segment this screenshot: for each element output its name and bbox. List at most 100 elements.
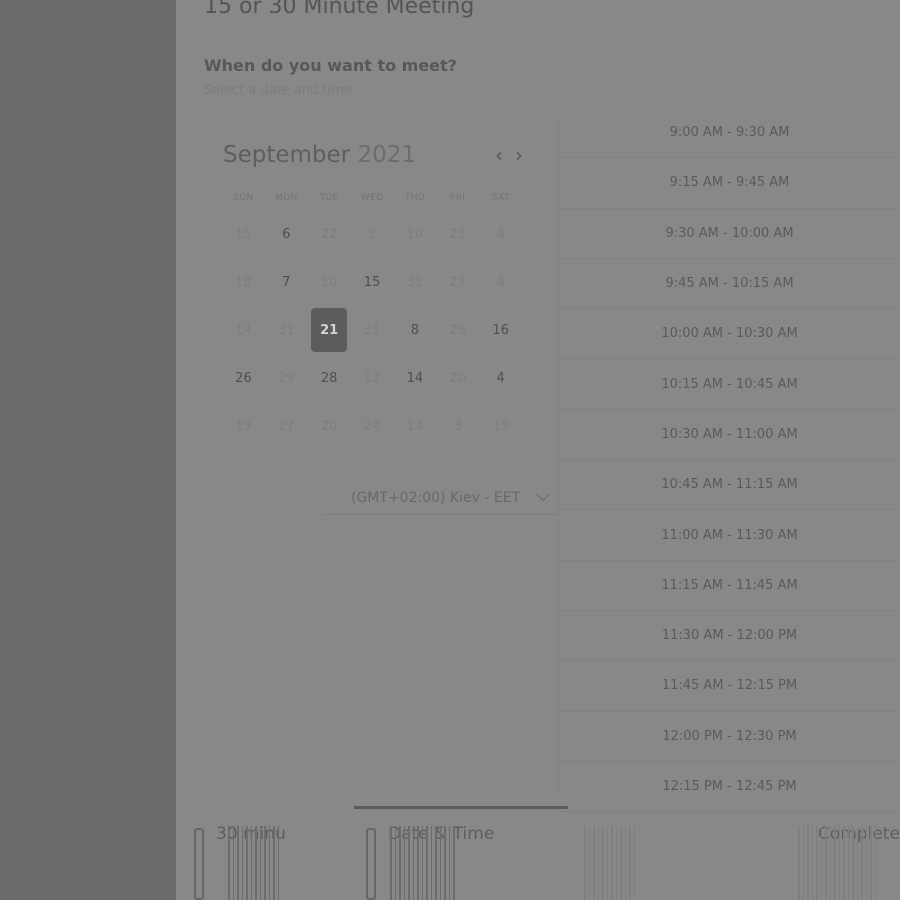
meeting-title: 15 or 30 Minute Meeting — [204, 0, 475, 19]
time-slot-button[interactable]: 9:45 AM - 10:15 AM — [559, 259, 900, 310]
calendar-day: 10 — [393, 210, 436, 258]
time-slot-button[interactable]: 9:15 AM - 9:45 AM — [559, 158, 900, 209]
chevron-down-icon — [535, 486, 551, 502]
day-number: 14 — [406, 418, 424, 434]
day-number: 24 — [363, 418, 381, 434]
time-slot-button[interactable]: 12:00 PM - 12:30 PM — [559, 712, 900, 762]
day-number: 3 — [453, 418, 462, 434]
time-slot-button[interactable]: 11:45 AM - 12:15 PM — [559, 661, 900, 712]
calendar-day: 3 — [436, 402, 479, 450]
calendar-day: 18 — [222, 258, 265, 306]
calendar-day[interactable]: 14 — [393, 354, 436, 402]
day-number: 19 — [492, 418, 509, 434]
calendar-day: 22 — [308, 210, 351, 258]
day-number: 18 — [235, 274, 252, 290]
calendar-day: 24 — [351, 402, 394, 450]
calendar-day: 12 — [351, 354, 394, 402]
calendar-day: 14 — [222, 306, 265, 354]
time-slot-button[interactable]: 11:30 AM - 12:00 PM — [559, 611, 900, 662]
weekday-label: WED — [360, 193, 384, 203]
calendar-day: 10 — [308, 258, 351, 306]
calendar-day: 20 — [308, 402, 351, 450]
month-label: September — [223, 142, 351, 168]
month-year-label: September 2021 — [223, 142, 416, 168]
weekday-label: MON — [275, 193, 298, 203]
day-number: 21 — [449, 226, 466, 242]
calendar-day[interactable]: 15 — [351, 258, 394, 306]
day-number: 20 — [320, 418, 338, 434]
selected-day[interactable]: 21 — [308, 306, 351, 354]
day-number: 20 — [449, 370, 466, 386]
calendar-day[interactable]: 8 — [393, 306, 436, 354]
time-slot-button[interactable]: 9:00 AM - 9:30 AM — [559, 108, 900, 159]
weekday-label: FRI — [450, 193, 466, 203]
day-number: 10 — [320, 274, 338, 290]
calendar-icon — [366, 828, 376, 900]
chevron-left-icon[interactable]: ‹ — [490, 144, 508, 166]
day-number: 29 — [278, 370, 295, 386]
day-number: 31 — [278, 322, 295, 338]
time-slot-list: 9:00 AM - 9:30 AM 9:15 AM - 9:45 AM 9:30 A… — [559, 108, 900, 813]
day-number: 29 — [449, 322, 466, 338]
day-number: 12 — [363, 370, 381, 386]
day-number: 3 — [367, 226, 377, 242]
weekday-label: SUN — [233, 193, 254, 203]
tab-30-minute[interactable]: 30 minu — [194, 824, 314, 900]
calendar-day[interactable]: 28 — [308, 354, 351, 402]
day-number: 22 — [320, 226, 338, 242]
time-slot-button[interactable]: 11:00 AM - 11:30 AM — [559, 510, 900, 561]
calendar-day[interactable]: 7 — [265, 258, 308, 306]
timezone-select[interactable]: (GMT+02:00) Kiev - EET — [322, 481, 560, 515]
tab-complete[interactable]: Complete — [796, 824, 900, 900]
day-number: 8 — [410, 322, 419, 338]
day-number: 7 — [282, 274, 291, 290]
calendar-day: 21 — [436, 210, 479, 258]
day-number: 27 — [278, 418, 295, 434]
calendar-day[interactable]: 6 — [265, 210, 308, 258]
weekday-label: TUE — [319, 193, 339, 203]
calendar-day: 31 — [351, 306, 394, 354]
tab-date-time[interactable]: Date & Time — [366, 824, 506, 900]
time-slot-button[interactable]: 10:30 AM - 11:00 AM — [559, 410, 900, 461]
weekday-label: SAT — [491, 193, 510, 203]
chevron-right-icon[interactable]: › — [510, 144, 528, 166]
day-number: 14 — [235, 322, 252, 338]
calendar-day[interactable]: 4 — [479, 354, 522, 402]
calendar-day: 31 — [265, 306, 308, 354]
tab-details[interactable] — [582, 824, 662, 900]
time-slot-button[interactable]: 9:30 AM - 10:00 AM — [559, 209, 900, 259]
day-number: 31 — [406, 274, 424, 290]
day-number: 10 — [406, 226, 424, 242]
calendar-day: 4 — [479, 210, 522, 258]
step-tabs: 30 minu Date & Time Complete — [176, 806, 900, 900]
time-slot-button[interactable]: 10:00 AM - 10:30 AM — [559, 309, 900, 360]
calendar-day: 14 — [393, 402, 436, 450]
day-number: 4 — [496, 226, 505, 242]
section-subheading: Select a date and time — [204, 83, 352, 98]
left-sidebar — [0, 0, 176, 900]
day-number: 6 — [282, 226, 291, 242]
time-slot-button[interactable]: 11:15 AM - 11:45 AM — [559, 561, 900, 611]
day-grid: 15 6 22 3 10 21 4 18 7 10 15 31 27 4 14 31 21 31 8 29 16 26 29… — [222, 210, 522, 450]
calendar-day: 27 — [436, 258, 479, 306]
time-slot-button[interactable]: 12:15 PM - 12:45 PM — [559, 762, 900, 813]
calendar-day: 4 — [479, 258, 522, 306]
day-number: 31 — [363, 322, 381, 338]
weekday-label: THU — [404, 193, 425, 203]
weekday-header: SUN MON TUE WED THU FRI SAT — [222, 193, 522, 203]
day-number: 21 — [311, 308, 348, 352]
calendar-day[interactable]: 26 — [222, 354, 265, 402]
calendar-day[interactable]: 16 — [479, 306, 522, 354]
calendar-day: 19 — [222, 402, 265, 450]
day-number: 15 — [235, 226, 252, 242]
day-number: 28 — [320, 370, 338, 386]
day-number: 19 — [235, 418, 252, 434]
time-slot-button[interactable]: 10:45 AM - 11:15 AM — [559, 460, 900, 511]
calendar-day: 27 — [265, 402, 308, 450]
time-slot-button[interactable]: 10:15 AM - 10:45 AM — [559, 359, 900, 410]
day-number: 26 — [235, 370, 252, 386]
calendar-day: 3 — [351, 210, 394, 258]
active-tab-indicator — [354, 806, 568, 809]
day-number: 4 — [496, 370, 505, 386]
clock-icon — [194, 828, 204, 900]
